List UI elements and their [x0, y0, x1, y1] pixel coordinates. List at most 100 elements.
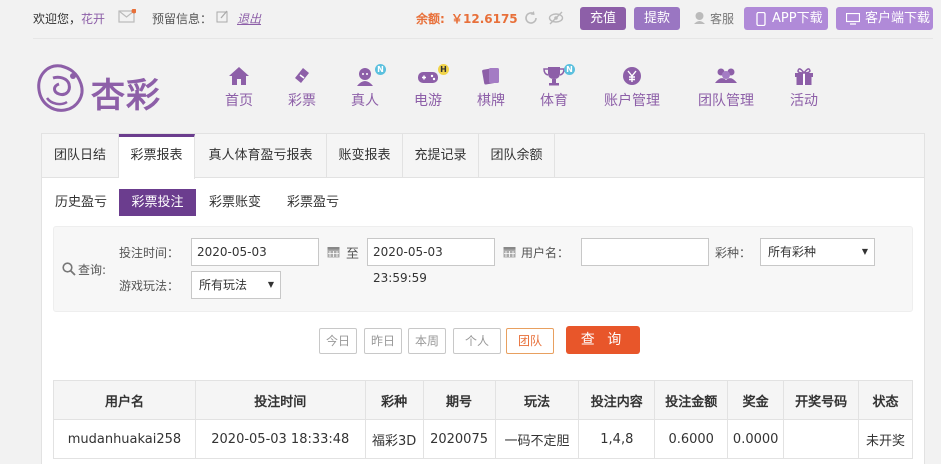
col-issue: 期号 — [422, 380, 496, 420]
lottery-type-select[interactable]: 所有彩种 ▼ — [760, 238, 875, 266]
tab-team-balance[interactable]: 团队余额 — [479, 134, 555, 178]
col-play: 玩法 — [494, 380, 580, 420]
logout-link[interactable]: 退出 — [237, 10, 261, 27]
subtab-lottery-pnl[interactable]: 彩票盈亏 — [280, 189, 346, 216]
welcome-text: 欢迎您， — [33, 12, 82, 26]
cell-username: mudanhuakai258 — [53, 419, 196, 459]
nav-team[interactable]: 团队管理 — [694, 66, 758, 110]
nav-sports-badge: N — [564, 64, 575, 75]
tab-live-sports-report[interactable]: 真人体育盈亏报表 — [195, 134, 327, 178]
yesterday-button[interactable]: 昨日 — [364, 328, 402, 354]
edit-icon[interactable] — [216, 10, 229, 27]
nav-team-label: 团队管理 — [698, 93, 754, 109]
col-bet-time: 投注时间 — [194, 380, 366, 420]
tab-deposit-withdraw[interactable]: 充提记录 — [403, 134, 479, 178]
logo-text: 杏彩 — [91, 76, 161, 116]
home-icon — [228, 66, 250, 86]
search-button[interactable]: 查 询 — [566, 326, 640, 354]
gamepad-icon: H — [417, 64, 449, 86]
hide-eye-icon[interactable] — [548, 11, 564, 29]
nav-egame[interactable]: H 电游 — [412, 64, 449, 110]
col-draw-number: 开奖号码 — [783, 380, 860, 420]
withdraw-button[interactable]: 提款 — [634, 7, 680, 30]
subtab-lottery-bets[interactable]: 彩票投注 — [119, 189, 196, 216]
recharge-button[interactable]: 充值 — [580, 7, 626, 30]
end-time-input[interactable]: 2020-05-03 23:59:59 — [367, 238, 495, 285]
cards-icon — [480, 66, 502, 86]
refresh-icon[interactable] — [524, 11, 538, 29]
play-value: 所有玩法 — [199, 278, 248, 292]
cell-issue: 2020075 — [422, 419, 496, 459]
personal-button[interactable]: 个人 — [453, 328, 501, 354]
lottery-icon — [291, 66, 313, 86]
nav-activity[interactable]: 活动 — [788, 66, 820, 110]
cell-lottery: 福彩3D — [364, 419, 424, 459]
tab-account-change[interactable]: 账变报表 — [327, 134, 403, 178]
mail-icon[interactable] — [118, 8, 137, 27]
nav-egame-label: 电游 — [414, 93, 442, 109]
username-label: 用户名： — [521, 246, 570, 260]
bet-time-label: 投注时间： — [119, 246, 180, 260]
topbar-divider — [33, 38, 933, 39]
play-label: 游戏玩法： — [119, 279, 180, 293]
nav-cards[interactable]: 棋牌 — [475, 66, 507, 110]
table-header-row: 用户名 投注时间 彩种 期号 玩法 投注内容 投注金额 奖金 开奖号码 状态 — [53, 380, 913, 420]
cell-prize: 0.0000 — [727, 419, 785, 459]
tab-lottery-report[interactable]: 彩票报表 — [119, 134, 195, 179]
client-download-button[interactable]: 客户端下载 — [836, 7, 933, 30]
calendar-icon[interactable] — [327, 245, 340, 262]
report-tabs: 团队日结 彩票报表 真人体育盈亏报表 账变报表 充提记录 团队余额 — [42, 134, 924, 179]
nav-lottery[interactable]: 彩票 — [286, 66, 318, 110]
nav-account[interactable]: 账户管理 — [600, 66, 664, 110]
nav-lottery-label: 彩票 — [288, 93, 316, 109]
cell-bet-amount: 0.6000 — [654, 419, 729, 459]
col-lottery: 彩种 — [364, 380, 424, 420]
cell-draw-number — [783, 419, 860, 459]
nav-home-label: 首页 — [225, 93, 253, 109]
phone-icon — [756, 12, 766, 26]
play-select[interactable]: 所有玩法 ▼ — [191, 271, 281, 299]
nav-live-label: 真人 — [351, 93, 379, 109]
nav-cards-label: 棋牌 — [477, 93, 505, 109]
balance-value: ￥12.6175 — [451, 12, 518, 26]
nav-home[interactable]: 首页 — [223, 66, 255, 110]
app-download-label: APP下载 — [772, 11, 823, 26]
username-link[interactable]: 花开 — [81, 10, 105, 27]
team-button[interactable]: 团队 — [506, 328, 554, 354]
lottery-type-value: 所有彩种 — [768, 245, 817, 259]
nav-live-badge: N — [375, 64, 386, 75]
nav-live[interactable]: N 真人 — [349, 64, 386, 110]
cell-play: 一码不定胆 — [494, 419, 580, 459]
client-download-label: 客户端下载 — [865, 11, 931, 26]
trophy-icon: N — [543, 64, 575, 86]
lottery-type-label: 彩种： — [715, 246, 752, 260]
query-label: 查询: — [78, 263, 107, 277]
chevron-down-icon: ▼ — [267, 280, 274, 289]
team-icon — [715, 66, 737, 86]
site-logo[interactable]: 杏彩 — [33, 62, 173, 116]
nav-sports[interactable]: N 体育 — [538, 64, 575, 110]
col-status: 状态 — [858, 380, 913, 420]
chevron-down-icon: ▼ — [861, 247, 868, 256]
start-time-input[interactable]: 2020-05-03 00:00:00 — [191, 238, 319, 285]
username-input[interactable] — [581, 238, 709, 266]
cell-bet-content: 1,4,8 — [578, 419, 656, 459]
balance-label: 余额: — [416, 12, 445, 26]
filter-box: 查询: 投注时间： 2020-05-03 00:00:00 至 2020-05-… — [53, 226, 913, 312]
calendar-icon[interactable] — [503, 245, 516, 262]
nav-egame-badge: H — [438, 64, 449, 75]
this-week-button[interactable]: 本周 — [408, 328, 446, 354]
nav-sports-label: 体育 — [540, 93, 568, 109]
today-button[interactable]: 今日 — [319, 328, 357, 354]
service-icon[interactable] — [693, 11, 706, 29]
app-download-button[interactable]: APP下载 — [744, 7, 828, 30]
live-dealer-icon: N — [354, 64, 386, 86]
to-label: 至 — [346, 247, 360, 262]
tab-team-daily[interactable]: 团队日结 — [42, 134, 119, 178]
service-link[interactable]: 客服 — [710, 10, 734, 27]
subtab-history-pnl[interactable]: 历史盈亏 — [48, 189, 114, 216]
logo-emblem-icon — [37, 64, 84, 112]
nav-activity-label: 活动 — [790, 93, 818, 109]
subtab-lottery-account-change[interactable]: 彩票账变 — [202, 189, 268, 216]
coin-icon — [621, 66, 643, 86]
